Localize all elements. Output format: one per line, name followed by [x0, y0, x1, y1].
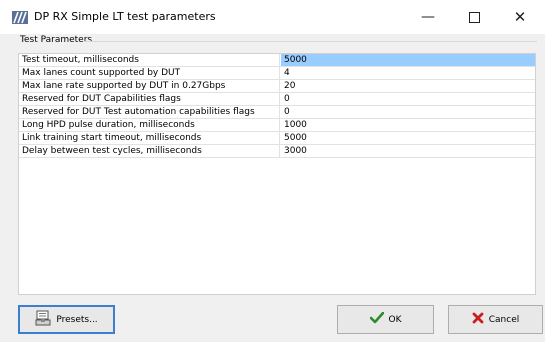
table-row[interactable]: Reserved for DUT Test automation capabil… [19, 106, 535, 119]
table-row[interactable]: Delay between test cycles, milliseconds … [19, 145, 535, 158]
minimize-button[interactable]: — [405, 0, 451, 34]
parameter-value[interactable]: 3000 [281, 145, 535, 157]
table-row[interactable]: Max lane rate supported by DUT in 0.27Gb… [19, 80, 535, 93]
parameter-name: Max lanes count supported by DUT [22, 68, 181, 78]
parameter-name: Reserved for DUT Test automation capabil… [22, 107, 255, 117]
parameter-value[interactable]: 4 [281, 67, 535, 79]
close-button[interactable]: ✕ [497, 0, 543, 34]
dialog-window: DP RX Simple LT test parameters — ✕ Test… [0, 0, 545, 342]
column-divider [279, 67, 280, 79]
parameter-name: Long HPD pulse duration, milliseconds [22, 120, 195, 130]
parameter-value[interactable]: 5000 [281, 132, 535, 144]
parameter-name: Reserved for DUT Capabilities flags [22, 94, 181, 104]
parameter-value[interactable]: 1000 [281, 119, 535, 131]
table-row[interactable]: Long HPD pulse duration, milliseconds 10… [19, 119, 535, 132]
parameter-value[interactable]: 20 [281, 80, 535, 92]
parameter-name: Test timeout, milliseconds [22, 55, 139, 65]
checkmark-icon [369, 311, 384, 327]
presets-label: Presets... [56, 314, 98, 325]
parameter-name: Max lane rate supported by DUT in 0.27Gb… [22, 81, 226, 91]
ok-label: OK [388, 314, 402, 325]
column-divider [279, 54, 280, 66]
minimize-icon: — [421, 9, 435, 25]
cancel-label: Cancel [488, 314, 520, 325]
title-bar[interactable]: DP RX Simple LT test parameters — ✕ [0, 0, 545, 34]
maximize-icon [468, 11, 480, 23]
column-divider [279, 106, 280, 118]
parameter-value[interactable]: 5000 [281, 54, 535, 66]
parameter-name: Link training start timeout, millisecond… [22, 133, 202, 143]
presets-button[interactable]: Presets... [18, 305, 115, 334]
parameter-value[interactable]: 0 [281, 93, 535, 105]
table-row[interactable]: Max lanes count supported by DUT 4 [19, 67, 535, 80]
column-divider [279, 132, 280, 144]
window-title: DP RX Simple LT test parameters [34, 10, 216, 23]
maximize-button[interactable] [451, 0, 497, 34]
column-divider [279, 145, 280, 157]
stripes-logo-icon [12, 11, 28, 24]
close-icon: ✕ [513, 8, 527, 26]
ok-button[interactable]: OK [337, 305, 434, 334]
group-divider [84, 41, 537, 42]
parameters-grid[interactable]: Test timeout, milliseconds 5000 Max lane… [18, 53, 536, 295]
cancel-button[interactable]: Cancel [448, 305, 543, 334]
group-label: Test Parameters [20, 35, 93, 45]
table-row[interactable]: Test timeout, milliseconds 5000 [19, 54, 535, 67]
column-divider [279, 119, 280, 131]
presets-icon [35, 310, 51, 329]
x-mark-icon [472, 312, 484, 327]
column-divider [279, 80, 280, 92]
parameter-name: Delay between test cycles, milliseconds [22, 146, 202, 156]
table-row[interactable]: Link training start timeout, millisecond… [19, 132, 535, 145]
table-row[interactable]: Reserved for DUT Capabilities flags 0 [19, 93, 535, 106]
column-divider [279, 93, 280, 105]
parameter-value[interactable]: 0 [281, 106, 535, 118]
